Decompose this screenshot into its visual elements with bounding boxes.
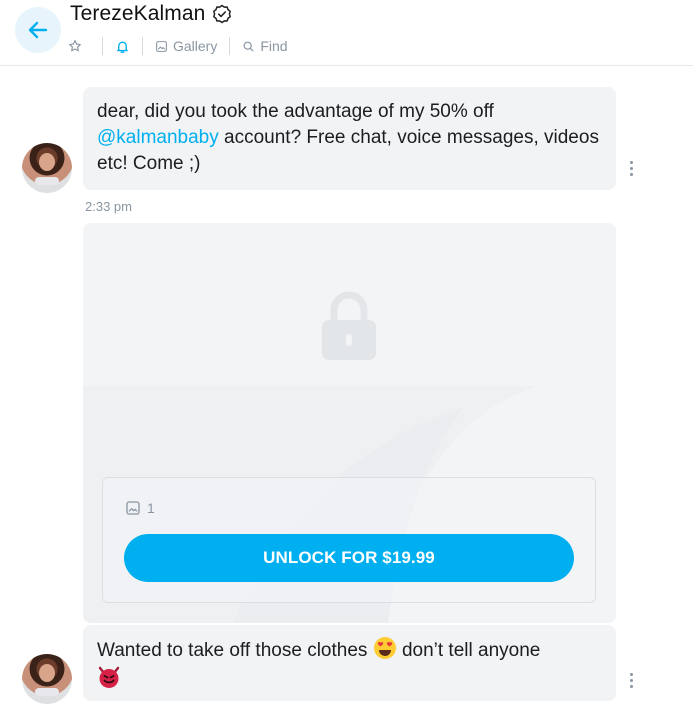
star-icon [69,40,81,52]
notifications-button[interactable] [115,39,130,54]
chat-header: TerezeKalman Gallery Find [0,0,693,66]
favorite-button[interactable] [68,39,82,53]
message-options-button[interactable] [630,161,636,176]
media-count: 1 [125,500,155,516]
verified-badge-icon [212,4,232,24]
chat-toolbar: Gallery Find [68,36,288,56]
find-label: Find [260,38,288,54]
avatar[interactable] [22,143,72,193]
message-timestamp: 2:33 pm [85,199,132,214]
avatar[interactable] [22,654,72,704]
find-button[interactable]: Find [242,38,288,54]
unlock-button[interactable]: UNLOCK FOR $19.99 [124,534,574,582]
gallery-label: Gallery [173,38,218,54]
locked-media: 1 UNLOCK FOR $19.99 [83,223,616,623]
media-count-value: 1 [147,500,155,516]
page-title[interactable]: TerezeKalman [70,2,205,26]
toolbar-divider [229,37,231,55]
message-text: Wanted to take off those clothes [97,640,368,661]
lock-icon [322,291,376,360]
message-text: dear, did you took the advantage of my 5… [97,101,494,122]
message-bubble: dear, did you took the advantage of my 5… [83,87,616,190]
image-icon [156,40,167,52]
arrow-left-icon [28,21,48,39]
bell-icon [117,40,128,53]
title-row: TerezeKalman [70,2,232,26]
message-bubble: Wanted to take off those clothes don’t t… [83,625,616,701]
devil-emoji-icon [98,666,120,688]
mention-link[interactable]: @kalmanbaby [97,127,219,148]
gallery-button[interactable]: Gallery [155,38,217,54]
message-options-button[interactable] [630,673,636,688]
unlock-card: 1 UNLOCK FOR $19.99 [102,477,596,603]
image-icon [126,501,140,515]
back-button[interactable] [15,7,61,53]
toolbar-divider [142,37,143,55]
message-text: don’t tell anyone [396,640,541,661]
search-icon [243,41,254,51]
toolbar-divider [102,37,103,55]
heart-eyes-emoji-icon [373,637,396,659]
